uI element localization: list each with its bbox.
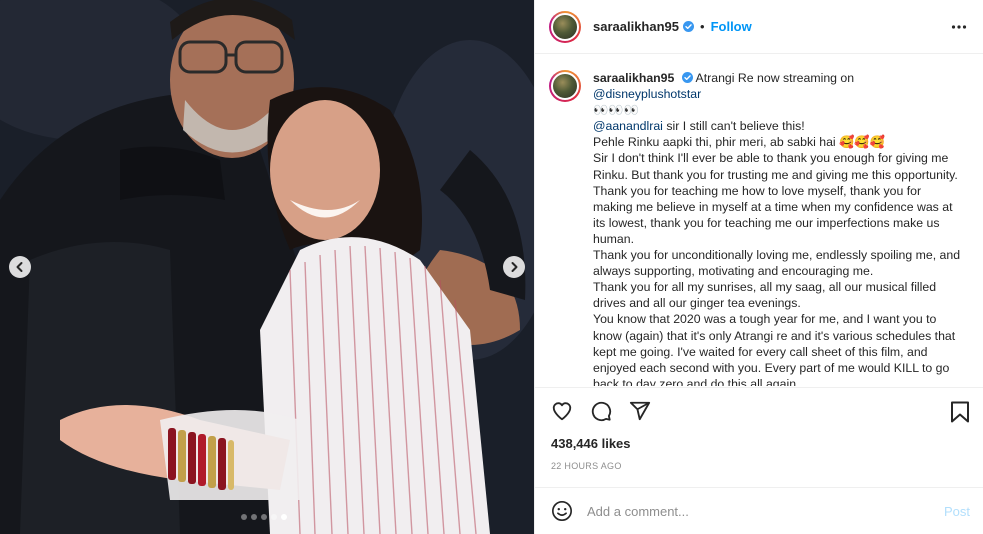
comment-icon [591,401,612,422]
post-timestamp[interactable]: 22 HOURS AGO [551,461,622,471]
caption-line: sir I still can't believe this! [666,119,805,134]
bookmark-icon [951,401,969,423]
carousel-indicator [241,514,287,520]
carousel-dot [251,514,257,520]
mention-link[interactable]: @aanandlrai [593,119,663,133]
verified-badge-icon [681,72,693,83]
chevron-left-icon [16,262,23,272]
caption-paragraph: You know that 2020 was a tough year for … [593,312,956,386]
verified-badge-icon [683,21,695,32]
caption-emoji-line: 👀👀👀 [593,103,639,118]
next-slide-button[interactable] [503,256,525,278]
caption-text: saraalikhan95 Atrangi Re now streaming o… [593,70,963,386]
save-button[interactable] [950,401,970,428]
caption-first-line: Atrangi Re now streaming on [695,71,855,85]
chevron-right-icon [511,262,518,272]
like-button[interactable] [551,400,573,422]
photo-illustration [0,0,534,534]
caption-paragraph: Pehle Rinku aapki thi, phir meri, ab sab… [593,135,885,150]
carousel-dot [261,514,267,520]
previous-slide-button[interactable] [9,256,31,278]
follow-separator: • [700,19,705,34]
carousel-dot [271,514,277,520]
post-sidebar: saraalikhan95 • Follow saraalikhan95 Atr… [534,0,983,534]
carousel-dot-active [281,514,287,520]
caption-paragraph: Sir I don't think I'll ever be able to t… [593,151,958,246]
avatar[interactable] [549,70,581,102]
emoji-icon [552,501,572,521]
carousel-dot [241,514,247,520]
comment-input[interactable] [587,503,927,519]
comment-button[interactable] [590,400,612,422]
post-comment-button[interactable]: Post [944,504,970,519]
caption-username[interactable]: saraalikhan95 [593,71,674,85]
share-button[interactable] [629,400,651,422]
comment-bar: Post [535,487,983,534]
post-header: saraalikhan95 • Follow [535,0,983,54]
emoji-button[interactable] [551,500,573,522]
likes-count[interactable]: 438,446 likes [551,436,631,451]
caption-area[interactable]: saraalikhan95 Atrangi Re now streaming o… [535,54,983,386]
follow-button[interactable]: Follow [711,19,752,34]
caption-paragraph: Thank you for unconditionally loving me,… [593,248,961,279]
post-photo[interactable] [0,0,534,534]
mention-link[interactable]: @disneyplushotstar [593,87,701,101]
avatar[interactable] [549,10,581,43]
more-options-icon[interactable] [951,19,967,35]
share-icon [629,401,651,421]
caption-paragraph: Thank you for all my sunrises, all my sa… [593,280,937,311]
heart-icon [552,402,572,421]
action-bar [535,387,983,434]
post-username[interactable]: saraalikhan95 [593,19,679,34]
